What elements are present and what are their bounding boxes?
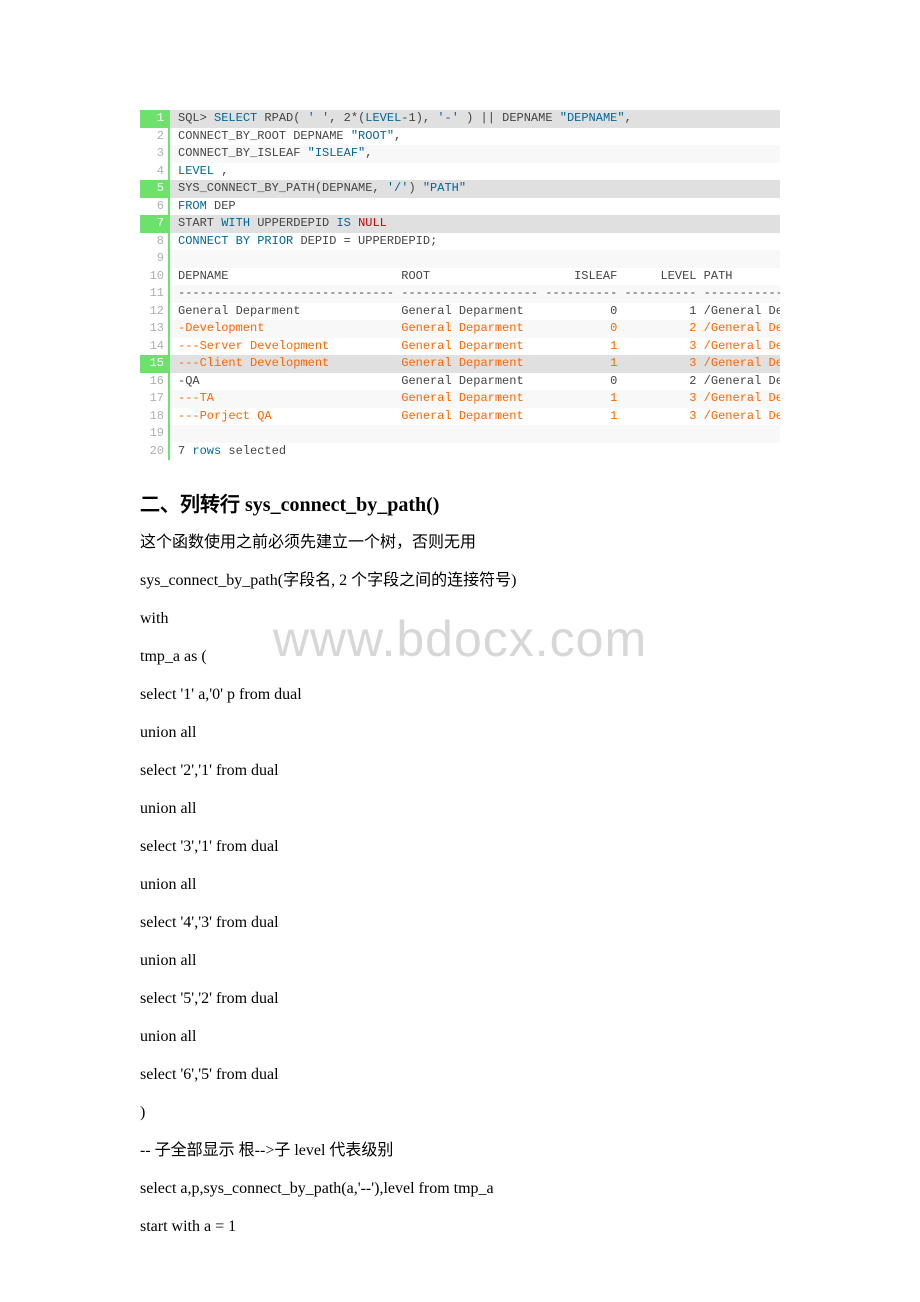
body-text-line: sys_connect_by_path(字段名, 2 个字段之间的连接符号)	[140, 569, 780, 593]
body-text-line: union all	[140, 721, 780, 745]
body-text-line: union all	[140, 1025, 780, 1049]
code-line: 19	[140, 425, 780, 443]
code-line: 5SYS_CONNECT_BY_PATH(DEPNAME, '/') "PATH…	[140, 180, 780, 198]
line-number: 18	[140, 408, 170, 426]
code-content: ------------------------------ ---------…	[170, 285, 780, 303]
body-text-line: select '4','3' from dual	[140, 911, 780, 935]
body-text-line: start with a = 1	[140, 1215, 780, 1239]
code-line: 15---Client Development General Deparmen…	[140, 355, 780, 373]
line-number: 15	[140, 355, 170, 373]
code-line: 8CONNECT BY PRIOR DEPID = UPPERDEPID;	[140, 233, 780, 251]
code-content: START WITH UPPERDEPID IS NULL	[170, 215, 780, 233]
code-content: SQL> SELECT RPAD( ' ', 2*(LEVEL-1), '-' …	[170, 110, 780, 128]
sql-code-block: 1SQL> SELECT RPAD( ' ', 2*(LEVEL-1), '-'…	[140, 110, 780, 460]
code-content	[170, 250, 780, 268]
code-content: LEVEL ,	[170, 163, 780, 181]
body-text-line: union all	[140, 873, 780, 897]
code-line: 16-QA General Deparment 0 2 /General Dep…	[140, 373, 780, 391]
line-number: 3	[140, 145, 170, 163]
line-number: 8	[140, 233, 170, 251]
code-content: ---Porject QA General Deparment 1 3 /Gen…	[170, 408, 780, 426]
body-text-line: union all	[140, 797, 780, 821]
code-content: General Deparment General Deparment 0 1 …	[170, 303, 780, 321]
code-line: 2CONNECT_BY_ROOT DEPNAME "ROOT",	[140, 128, 780, 146]
line-number: 16	[140, 373, 170, 391]
line-number: 20	[140, 443, 170, 461]
code-content	[170, 425, 780, 443]
code-line: 18---Porject QA General Deparment 1 3 /G…	[140, 408, 780, 426]
line-number: 12	[140, 303, 170, 321]
body-text-line: select a,p,sys_connect_by_path(a,'--'),l…	[140, 1177, 780, 1201]
code-line: 12General Deparment General Deparment 0 …	[140, 303, 780, 321]
line-number: 19	[140, 425, 170, 443]
body-text-line: with	[140, 607, 780, 631]
code-line: 11------------------------------ -------…	[140, 285, 780, 303]
line-number: 4	[140, 163, 170, 181]
code-content: CONNECT_BY_ROOT DEPNAME "ROOT",	[170, 128, 780, 146]
line-number: 14	[140, 338, 170, 356]
code-content: -QA General Deparment 0 2 /General Depar…	[170, 373, 780, 391]
line-number: 10	[140, 268, 170, 286]
code-line: 207 rows selected	[140, 443, 780, 461]
code-content: CONNECT_BY_ISLEAF "ISLEAF",	[170, 145, 780, 163]
code-content: SYS_CONNECT_BY_PATH(DEPNAME, '/') "PATH"	[170, 180, 780, 198]
line-number: 13	[140, 320, 170, 338]
code-line: 3CONNECT_BY_ISLEAF "ISLEAF",	[140, 145, 780, 163]
body-text-line: )	[140, 1101, 780, 1125]
line-number: 1	[140, 110, 170, 128]
code-line: 14---Server Development General Deparmen…	[140, 338, 780, 356]
line-number: 6	[140, 198, 170, 216]
code-content: ---Server Development General Deparment …	[170, 338, 780, 356]
section-heading: 二、列转行 sys_connect_by_path()	[140, 488, 780, 517]
code-line: 13-Development General Deparment 0 2 /Ge…	[140, 320, 780, 338]
line-number: 11	[140, 285, 170, 303]
document-page: 1SQL> SELECT RPAD( ' ', 2*(LEVEL-1), '-'…	[0, 110, 920, 1293]
code-line: 10DEPNAME ROOT ISLEAF LEVEL PATH	[140, 268, 780, 286]
code-line: 1SQL> SELECT RPAD( ' ', 2*(LEVEL-1), '-'…	[140, 110, 780, 128]
code-line: 6FROM DEP	[140, 198, 780, 216]
body-text-line: select '2','1' from dual	[140, 759, 780, 783]
line-number: 5	[140, 180, 170, 198]
body-text-line: 这个函数使用之前必须先建立一个树，否则无用	[140, 531, 780, 555]
code-line: 4LEVEL ,	[140, 163, 780, 181]
code-content: ---Client Development General Deparment …	[170, 355, 780, 373]
body-text-line: tmp_a as (	[140, 645, 780, 669]
line-number: 17	[140, 390, 170, 408]
line-number: 7	[140, 215, 170, 233]
code-content: DEPNAME ROOT ISLEAF LEVEL PATH	[170, 268, 780, 286]
body-text-line: select '1' a,'0' p from dual	[140, 683, 780, 707]
code-content: -Development General Deparment 0 2 /Gene…	[170, 320, 780, 338]
code-content: FROM DEP	[170, 198, 780, 216]
body-text-line: -- 子全部显示 根-->子 level 代表级别	[140, 1139, 780, 1163]
code-content: ---TA General Deparment 1 3 /General Dep…	[170, 390, 780, 408]
code-line: 17---TA General Deparment 1 3 /General D…	[140, 390, 780, 408]
body-text-line: union all	[140, 949, 780, 973]
body-text-line: select '6','5' from dual	[140, 1063, 780, 1087]
code-content: 7 rows selected	[170, 443, 780, 461]
body-text-line: select '3','1' from dual	[140, 835, 780, 859]
code-line: 7START WITH UPPERDEPID IS NULL	[140, 215, 780, 233]
code-line: 9	[140, 250, 780, 268]
code-content: CONNECT BY PRIOR DEPID = UPPERDEPID;	[170, 233, 780, 251]
line-number: 9	[140, 250, 170, 268]
body-text-line: select '5','2' from dual	[140, 987, 780, 1011]
body-paragraphs: 这个函数使用之前必须先建立一个树，否则无用 sys_connect_by_path…	[140, 531, 780, 1239]
line-number: 2	[140, 128, 170, 146]
